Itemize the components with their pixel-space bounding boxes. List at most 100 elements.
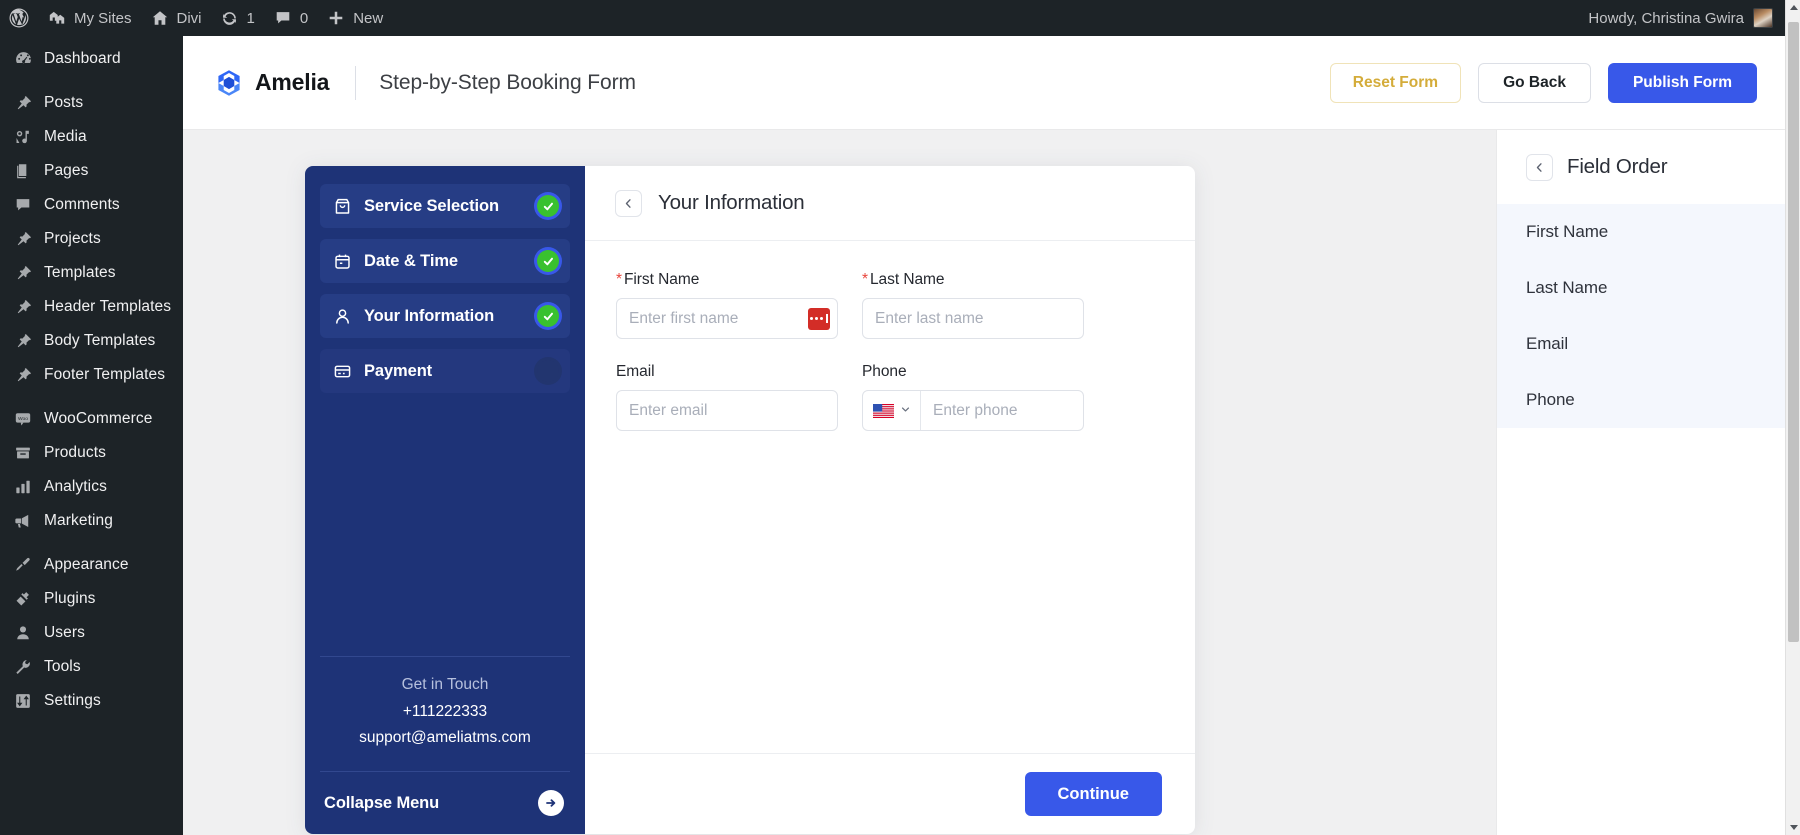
scrollbar-up-arrow[interactable]: [1786, 0, 1800, 15]
sidebar-item-users[interactable]: Users: [0, 616, 183, 650]
sidebar-item-plugins[interactable]: Plugins: [0, 582, 183, 616]
field-order-row-last-name[interactable]: Last Name: [1497, 260, 1785, 316]
sidebar-item-tools[interactable]: Tools: [0, 650, 183, 684]
continue-button[interactable]: Continue: [1025, 772, 1163, 816]
go-back-button[interactable]: Go Back: [1478, 63, 1591, 103]
publish-form-button[interactable]: Publish Form: [1608, 63, 1757, 103]
sidebar-item-marketing[interactable]: Marketing: [0, 504, 183, 538]
field-order-back-button[interactable]: [1526, 154, 1553, 181]
sidebar-item-header-templates[interactable]: Header Templates: [0, 290, 183, 324]
sidebar-item-templates-label: Templates: [44, 265, 116, 281]
email-placeholder: Enter email: [629, 402, 707, 420]
form-preview-canvas: Service Selection Date & Time: [183, 130, 1496, 835]
sidebar-item-tools-label: Tools: [44, 659, 81, 675]
admin-bar-updates[interactable]: 1: [211, 0, 264, 36]
step-service-selection[interactable]: Service Selection: [320, 184, 570, 228]
admin-bar-wordpress-logo[interactable]: [0, 0, 38, 36]
admin-bar-new-label: New: [353, 11, 383, 26]
collapse-menu-arrow-icon[interactable]: [538, 790, 564, 816]
phone-input[interactable]: Enter phone: [921, 391, 1083, 430]
email-input[interactable]: Enter email: [616, 390, 838, 431]
get-in-touch-phone[interactable]: +111222333: [320, 703, 570, 721]
page-title: Step-by-Step Booking Form: [379, 71, 636, 95]
sidebar-item-body-templates-label: Body Templates: [44, 333, 155, 349]
booking-form-preview: Service Selection Date & Time: [305, 166, 1195, 834]
wp-admin-sidebar: Dashboard Posts Media Pages Comments Pro…: [0, 36, 183, 835]
sidebar-item-dashboard[interactable]: Dashboard: [0, 42, 183, 76]
calendar-icon: [332, 251, 353, 272]
sidebar-item-plugins-label: Plugins: [44, 591, 96, 607]
step-service-selection-label: Service Selection: [364, 197, 499, 216]
step-service-selection-status: [537, 195, 559, 217]
admin-bar-my-sites[interactable]: My Sites: [38, 0, 141, 36]
sidebar-item-woocommerce[interactable]: Woo WooCommerce: [0, 402, 183, 436]
collapse-menu-label: Collapse Menu: [324, 794, 439, 813]
first-name-label-text: First Name: [624, 271, 699, 288]
analytics-bars-icon: [12, 476, 34, 498]
step-payment[interactable]: Payment: [320, 349, 570, 393]
get-in-touch-title: Get in Touch: [320, 676, 570, 694]
field-last-name: *Last Name Enter last name: [862, 271, 1084, 339]
field-email: Email Enter email: [616, 363, 838, 431]
scrollbar-thumb[interactable]: [1788, 22, 1799, 642]
sidebar-item-products[interactable]: Products: [0, 436, 183, 470]
megaphone-icon: [12, 510, 34, 532]
sidebar-item-settings[interactable]: Settings: [0, 684, 183, 718]
field-order-row-first-name[interactable]: First Name: [1497, 204, 1785, 260]
sliders-icon: [12, 690, 34, 712]
sidebar-item-body-templates[interactable]: Body Templates: [0, 324, 183, 358]
plug-icon: [12, 588, 34, 610]
pin-icon: [12, 296, 34, 318]
step-payment-status: [537, 360, 559, 382]
admin-bar-new[interactable]: New: [317, 0, 392, 36]
field-order-header: Field Order: [1497, 130, 1785, 204]
back-button[interactable]: [615, 190, 642, 217]
last-name-input[interactable]: Enter last name: [862, 298, 1084, 339]
step-your-information-status: [537, 305, 559, 327]
lastpass-icon[interactable]: [808, 308, 830, 330]
sidebar-item-appearance[interactable]: Appearance: [0, 548, 183, 582]
amelia-brand[interactable]: Amelia: [183, 68, 329, 98]
admin-bar-comments[interactable]: 0: [264, 0, 317, 36]
field-row-gap: [616, 339, 1162, 363]
credit-card-icon: [332, 361, 353, 382]
sidebar-item-footer-templates[interactable]: Footer Templates: [0, 358, 183, 392]
svg-text:Woo: Woo: [18, 416, 28, 422]
required-asterisk: *: [862, 271, 868, 288]
sidebar-item-templates[interactable]: Templates: [0, 256, 183, 290]
header-divider: [355, 66, 356, 100]
sidebar-item-pages[interactable]: Pages: [0, 154, 183, 188]
step-your-information-label: Your Information: [364, 307, 494, 326]
sidebar-item-posts[interactable]: Posts: [0, 86, 183, 120]
sidebar-item-appearance-label: Appearance: [44, 557, 129, 573]
browser-scrollbar[interactable]: [1785, 0, 1800, 835]
admin-bar-site-divi[interactable]: Divi: [141, 0, 211, 36]
country-code-select[interactable]: [863, 391, 921, 430]
comment-bubble-icon: [273, 8, 293, 28]
get-in-touch-email[interactable]: support@ameliatms.com: [320, 729, 570, 747]
step-date-time[interactable]: Date & Time: [320, 239, 570, 283]
sidebar-item-comments[interactable]: Comments: [0, 188, 183, 222]
paintbrush-icon: [12, 554, 34, 576]
field-order-row-email[interactable]: Email: [1497, 316, 1785, 372]
step-your-information[interactable]: Your Information: [320, 294, 570, 338]
pin-icon: [12, 330, 34, 352]
sidebar-item-settings-label: Settings: [44, 693, 101, 709]
field-order-row-phone[interactable]: Phone: [1497, 372, 1785, 428]
user-icon: [12, 622, 34, 644]
sidebar-item-projects[interactable]: Projects: [0, 222, 183, 256]
collapse-menu-row[interactable]: Collapse Menu: [320, 771, 570, 834]
first-name-input[interactable]: Enter first name: [616, 298, 838, 339]
sidebar-item-media[interactable]: Media: [0, 120, 183, 154]
scrollbar-down-arrow[interactable]: [1786, 820, 1800, 835]
admin-bar-account[interactable]: Howdy, Christina Gwira: [1588, 8, 1785, 28]
lastpass-bar: [826, 314, 828, 323]
wordpress-logo-icon: [9, 8, 29, 28]
field-order-list: First Name Last Name Email Phone: [1497, 204, 1785, 428]
reset-form-button[interactable]: Reset Form: [1330, 63, 1461, 103]
sidebar-item-analytics[interactable]: Analytics: [0, 470, 183, 504]
sidebar-item-media-label: Media: [44, 129, 87, 145]
email-label: Email: [616, 363, 838, 381]
shopping-bag-icon: [332, 196, 353, 217]
field-order-row-label: First Name: [1526, 222, 1608, 242]
